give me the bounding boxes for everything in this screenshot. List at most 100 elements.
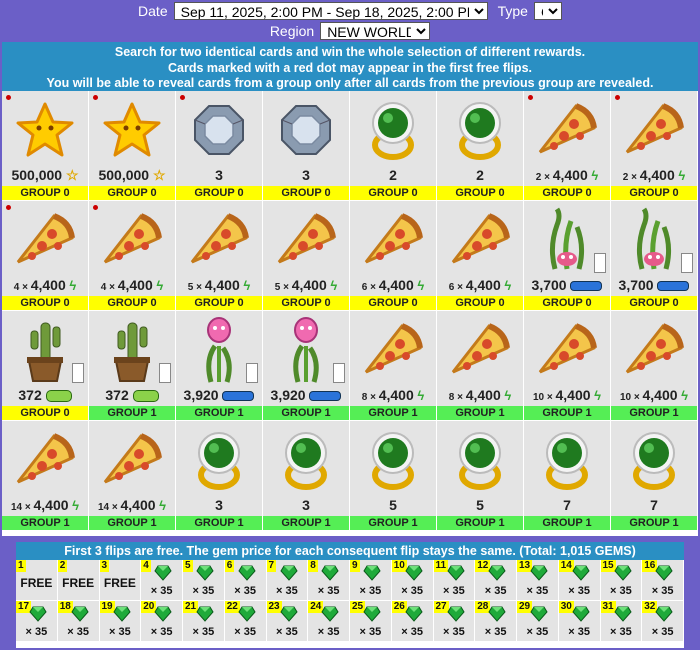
flip-slot: 11 × 35 — [433, 560, 476, 601]
instruction-line: You will be able to reveal cards from a … — [46, 76, 654, 90]
blue-capsule-icon — [309, 391, 342, 402]
flip-slot: 28 × 35 — [475, 601, 517, 642]
flip-price: × 35 — [359, 585, 382, 597]
flip-number: 7 — [266, 560, 277, 572]
checkbox[interactable] — [72, 363, 84, 383]
reward-quantity: 500,000 — [98, 167, 150, 183]
reward-card[interactable]: 372 GROUP 1 — [89, 311, 176, 421]
group-label: GROUP 1 — [89, 406, 175, 420]
reward-card[interactable]: 2 GROUP 0 — [350, 91, 437, 201]
reward-card[interactable]: 14 × 4,400 ϟ GROUP 1 — [2, 421, 89, 531]
reward-quantity: 4,400 — [33, 497, 69, 513]
reward-card[interactable]: 2 × 4,400 ϟ GROUP 0 — [524, 91, 611, 201]
flip-slot: 13 × 35 — [517, 560, 559, 601]
reward-amount: 4 × 4,400 ϟ — [13, 277, 77, 293]
reward-card[interactable]: 5 GROUP 1 — [350, 421, 437, 531]
reward-card[interactable]: 3,700 GROUP 0 — [524, 201, 611, 311]
energy-bolt-icon: ϟ — [590, 388, 602, 403]
reward-card[interactable]: 4 × 4,400 ϟ GROUP 0 — [89, 201, 176, 311]
group-label: GROUP 1 — [350, 406, 436, 420]
pizza-icon — [524, 315, 610, 385]
reward-quantity: 3 — [215, 167, 223, 183]
pizza-icon — [350, 205, 436, 275]
reward-card[interactable]: 6 × 4,400 ϟ GROUP 0 — [350, 201, 437, 311]
checkbox[interactable] — [681, 253, 693, 273]
reward-quantity: 4,400 — [378, 277, 414, 293]
checkbox[interactable] — [159, 363, 171, 383]
reward-card[interactable]: 3,920 GROUP 1 — [176, 311, 263, 421]
group-label: GROUP 0 — [2, 406, 88, 420]
reward-card[interactable]: 500,000 ☆ GROUP 0 — [89, 91, 176, 201]
reward-quantity: 4,400 — [555, 387, 591, 403]
reward-quantity: 4,400 — [378, 387, 414, 403]
reward-amount: 10 × 4,400 ϟ — [619, 387, 689, 403]
flip-number: 8 — [308, 560, 318, 572]
flip-price: × 35 — [568, 585, 590, 597]
gem-icon — [279, 565, 298, 584]
type-select[interactable]: C — [533, 2, 562, 20]
date-select[interactable]: Sep 11, 2025, 2:00 PM - Sep 18, 2025, 2:… — [173, 2, 488, 20]
reward-card[interactable]: 3 GROUP 0 — [176, 91, 263, 201]
reward-card[interactable]: 5 × 4,400 ϟ GROUP 0 — [263, 201, 350, 311]
flip-price: × 35 — [651, 585, 674, 597]
region-select[interactable]: NEW WORLD — [320, 22, 431, 40]
reward-amount: 5 × 4,400 ϟ — [187, 277, 251, 293]
reward-card[interactable]: 10 × 4,400 ϟ GROUP 1 — [611, 311, 698, 421]
reward-card[interactable]: 2 × 4,400 ϟ GROUP 0 — [611, 91, 698, 201]
pizza-icon — [2, 205, 88, 275]
checkbox[interactable] — [333, 363, 345, 383]
flip-slot: 32 × 35 — [642, 601, 684, 642]
reward-card[interactable]: 5 × 4,400 ϟ GROUP 0 — [176, 201, 263, 311]
flip-slot: 4 × 35 — [141, 560, 183, 601]
reward-card[interactable]: 372 GROUP 0 — [2, 311, 89, 421]
flip-slot: 29 × 35 — [517, 601, 559, 642]
flip-slot: 2 FREE — [57, 560, 100, 601]
group-label: GROUP 0 — [611, 186, 697, 200]
gem-icon — [530, 606, 548, 625]
reward-card[interactable]: 8 × 4,400 ϟ GROUP 1 — [350, 311, 437, 421]
reward-card[interactable]: 8 × 4,400 ϟ GROUP 1 — [437, 311, 524, 421]
flip-slot: 22 × 35 — [224, 601, 267, 642]
xp-badge-icon — [45, 390, 72, 403]
gem-icon — [321, 606, 339, 625]
reward-card[interactable]: 4 × 4,400 ϟ GROUP 0 — [2, 201, 89, 311]
reward-card[interactable]: 7 GROUP 1 — [611, 421, 698, 531]
reward-card[interactable]: 500,000 ☆ GROUP 0 — [2, 91, 89, 201]
pizza-icon — [89, 205, 175, 275]
flip-slot: 8 × 35 — [308, 560, 350, 601]
reward-card[interactable]: 6 × 4,400 ϟ GROUP 0 — [437, 201, 524, 311]
reward-amount: 2 — [437, 167, 523, 183]
pizza-icon — [524, 95, 610, 165]
reward-card[interactable]: 14 × 4,400 ϟ GROUP 1 — [89, 421, 176, 531]
checkbox[interactable] — [246, 363, 258, 383]
flip-slot: 5 × 35 — [183, 560, 225, 601]
reward-card[interactable]: 3 GROUP 1 — [263, 421, 350, 531]
group-label: GROUP 1 — [437, 406, 523, 420]
reward-card[interactable]: 10 × 4,400 ϟ GROUP 1 — [524, 311, 611, 421]
reward-card[interactable]: 3,920 GROUP 1 — [263, 311, 350, 421]
flip-number: 3 — [99, 560, 110, 572]
energy-bolt-icon: ϟ — [587, 168, 599, 183]
flip-price: × 35 — [109, 626, 131, 638]
reward-card[interactable]: 2 GROUP 0 — [437, 91, 524, 201]
star-icon: ☆ — [62, 167, 79, 183]
reward-card[interactable]: 7 GROUP 1 — [524, 421, 611, 531]
gem-icon — [321, 565, 339, 584]
reward-card[interactable]: 3 GROUP 0 — [263, 91, 350, 201]
green-ring-icon — [524, 425, 610, 495]
group-label: GROUP 1 — [611, 516, 697, 530]
reward-amount: 14 × 4,400 ϟ — [10, 497, 80, 513]
flip-number: 1 — [16, 560, 26, 572]
flip-slot: 15 × 35 — [600, 560, 643, 601]
flip-price: × 35 — [150, 585, 173, 597]
instruction-line: Search for two identical cards and win t… — [114, 45, 586, 59]
checkbox[interactable] — [594, 253, 606, 273]
reward-card[interactable]: 5 GROUP 1 — [437, 421, 524, 531]
green-ring-icon — [350, 95, 436, 165]
group-label: GROUP 1 — [176, 516, 262, 530]
flip-price: × 35 — [443, 626, 465, 638]
reward-amount: 500,000 ☆ — [89, 167, 175, 184]
reward-card[interactable]: 3 GROUP 1 — [176, 421, 263, 531]
reward-card[interactable]: 3,700 GROUP 0 — [611, 201, 698, 311]
group-label: GROUP 1 — [89, 516, 175, 530]
